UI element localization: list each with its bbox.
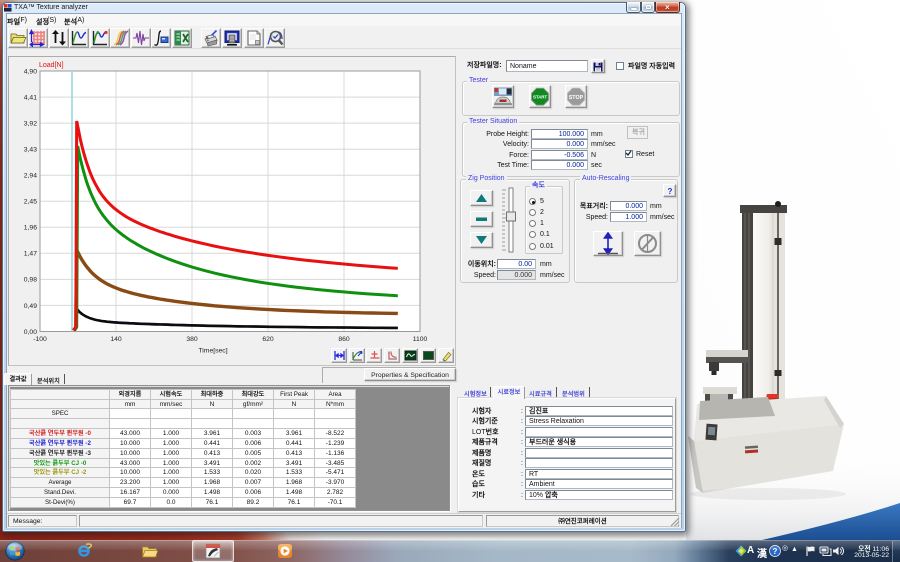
svg-text:380: 380: [186, 336, 198, 343]
svg-text:1100: 1100: [413, 336, 428, 343]
svg-text:1,47: 1,47: [24, 251, 37, 258]
svg-text:START: START: [533, 95, 547, 100]
svg-text:140: 140: [110, 336, 122, 343]
svg-text:2,94: 2,94: [24, 173, 37, 180]
svg-text:?: ?: [773, 547, 778, 556]
svg-text:Load[N]: Load[N]: [39, 62, 64, 69]
svg-text:620: 620: [262, 336, 274, 343]
svg-text:3,92: 3,92: [24, 120, 37, 127]
svg-text:3,43: 3,43: [24, 147, 37, 154]
svg-text:1,96: 1,96: [24, 225, 37, 232]
svg-text:0,98: 0,98: [24, 277, 37, 284]
svg-text:2,45: 2,45: [24, 199, 37, 206]
svg-text:0,00: 0,00: [24, 329, 37, 336]
svg-text:4,90: 4,90: [24, 68, 37, 75]
svg-text:4,41: 4,41: [24, 94, 37, 101]
svg-text:0,49: 0,49: [24, 303, 37, 310]
svg-text:STOP: STOP: [569, 95, 584, 101]
svg-text:-100: -100: [33, 336, 47, 343]
svg-text:860: 860: [338, 336, 350, 343]
svg-text:Time[sec]: Time[sec]: [198, 348, 227, 355]
